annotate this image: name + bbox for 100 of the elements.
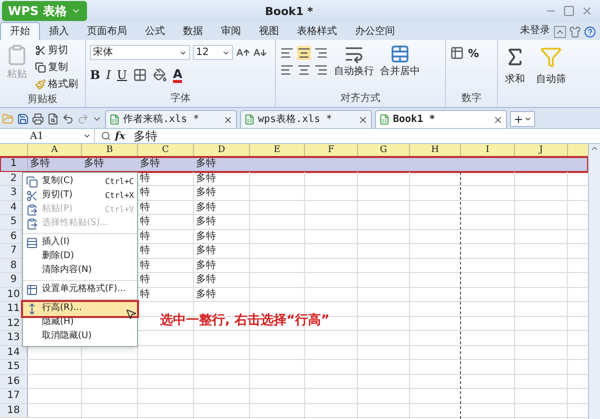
row-header[interactable]: 14 [0, 346, 28, 359]
table-icon [26, 284, 38, 296]
table-cell: 特 [140, 245, 150, 256]
format-painter-button[interactable]: 格式刷 [35, 77, 78, 92]
table-cell: 特 [140, 230, 150, 242]
menu-item[interactable]: 设置单元格格式(F)... [23, 283, 137, 297]
table-cell: 多特 [196, 274, 216, 285]
menu-tab[interactable]: 公式 [136, 22, 174, 40]
menu-tab[interactable]: 页面布局 [78, 22, 136, 40]
group-label: 字体 [170, 92, 190, 106]
menu-item[interactable]: 行高(R)... [23, 302, 137, 316]
preview-icon[interactable] [47, 113, 59, 125]
table-cell: 多特 [196, 288, 216, 300]
bold-button[interactable]: B [90, 66, 100, 84]
font-color-button[interactable]: A [173, 68, 182, 82]
mouse-cursor-icon [125, 307, 137, 321]
merge-center-button[interactable]: 合并居中 [380, 44, 420, 79]
group-label: 剪贴板 [28, 92, 58, 107]
save-icon[interactable] [17, 113, 29, 125]
menu-tab[interactable]: 审阅 [212, 22, 250, 40]
spreadsheet-file-icon [109, 114, 120, 125]
menu-tab[interactable]: 插入 [40, 22, 78, 40]
annotation-text: 选中一整行, 右击选择“行高” [160, 312, 330, 330]
copy-icon [35, 62, 46, 73]
wrap-text-button[interactable]: 自动换行 [334, 44, 374, 79]
align-center-icon[interactable] [297, 63, 311, 77]
percent-button[interactable]: % [468, 46, 480, 62]
new-tab-button[interactable] [510, 111, 535, 127]
menu-tab[interactable]: 数据 [174, 22, 212, 40]
menu-tab[interactable]: 表格样式 [288, 22, 346, 40]
row-header[interactable]: 16 [0, 374, 28, 388]
table-cell: 多特 [30, 158, 50, 169]
merge-cells-icon [390, 44, 410, 64]
document-tab[interactable]: 作者来稿.xls * [105, 110, 237, 128]
close-tab-icon[interactable] [358, 114, 368, 124]
paste-icon [6, 43, 28, 67]
table-cell: 多特 [196, 172, 216, 184]
align-left-icon[interactable] [280, 63, 294, 77]
spreadsheet-file-icon [244, 114, 255, 125]
border-icon[interactable] [133, 68, 148, 82]
table-cell: 特 [140, 274, 150, 285]
table-cell: 多特 [196, 230, 216, 242]
caret-icon [83, 132, 91, 140]
close-tab-icon[interactable] [493, 114, 503, 124]
table-cell: 多特 [196, 202, 216, 212]
font-name-field[interactable]: 宋体 [90, 45, 190, 60]
menu-tab[interactable]: 视图 [250, 22, 288, 40]
underline-button[interactable]: U [116, 66, 128, 84]
table-cell: 特 [140, 288, 150, 300]
cut-icon [26, 190, 38, 202]
menu-tab[interactable]: 开始 [0, 22, 40, 40]
caret-icon [524, 115, 532, 123]
spreadsheet-file-icon [379, 114, 390, 125]
window-title: Book1 * [265, 4, 314, 20]
formula-field[interactable]: 多特 [133, 127, 158, 145]
fill-color-icon[interactable] [153, 68, 168, 82]
italic-button[interactable]: I [106, 66, 111, 84]
group-label: 数字 [462, 92, 482, 106]
table-cell: 特 [140, 216, 150, 227]
row-header[interactable]: 17 [0, 389, 28, 402]
plus-icon [513, 114, 524, 124]
copy-icon [26, 176, 38, 188]
document-tab[interactable]: Book1 * [375, 110, 507, 128]
font-size-field[interactable]: 12 [193, 45, 233, 60]
table-cell: 多特 [196, 216, 216, 227]
table-cell: 多特 [196, 260, 216, 270]
close-tab-icon[interactable] [223, 114, 233, 124]
table-cell: 多特 [84, 158, 104, 169]
filter-button[interactable]: 自动筛 [532, 40, 570, 107]
vertical-scrollbar[interactable] [588, 144, 600, 419]
brush-icon [35, 79, 46, 90]
menu-tab[interactable]: 办公空间 [346, 22, 404, 40]
paste-icon [26, 204, 38, 216]
shirt-icon[interactable] [569, 26, 581, 38]
sum-button[interactable]: 求和 [498, 40, 532, 107]
paste-icon [26, 218, 38, 230]
table-cell: 特 [140, 202, 150, 212]
search-icon[interactable] [101, 131, 111, 141]
copy-button[interactable]: 复制 [35, 60, 78, 75]
scroll-up-icon[interactable] [590, 144, 599, 153]
table-cell: 特 [140, 260, 150, 270]
row-header[interactable]: 15 [0, 360, 28, 374]
login-status[interactable]: 未登录 [520, 23, 550, 38]
funnel-icon [540, 46, 562, 68]
table-cell: 多特 [196, 245, 216, 256]
row-header[interactable]: 18 [0, 404, 28, 417]
print-icon[interactable] [32, 113, 44, 125]
document-tab[interactable]: wps表格.xls * [240, 110, 372, 128]
table-cell: 特 [140, 172, 150, 184]
align-right-icon[interactable] [314, 63, 328, 77]
function-label[interactable]: fx [115, 128, 126, 144]
cut-button[interactable]: 剪切 [35, 43, 78, 58]
insert-icon [26, 237, 38, 249]
group-label: 对齐方式 [340, 92, 380, 106]
help-icon[interactable] [584, 26, 596, 38]
table-cell: 多特 [196, 158, 216, 169]
undo-icon[interactable] [62, 113, 74, 125]
collapse-icon[interactable] [554, 26, 566, 38]
maximize-icon[interactable] [562, 5, 576, 17]
table-cell: 特 [140, 187, 150, 198]
